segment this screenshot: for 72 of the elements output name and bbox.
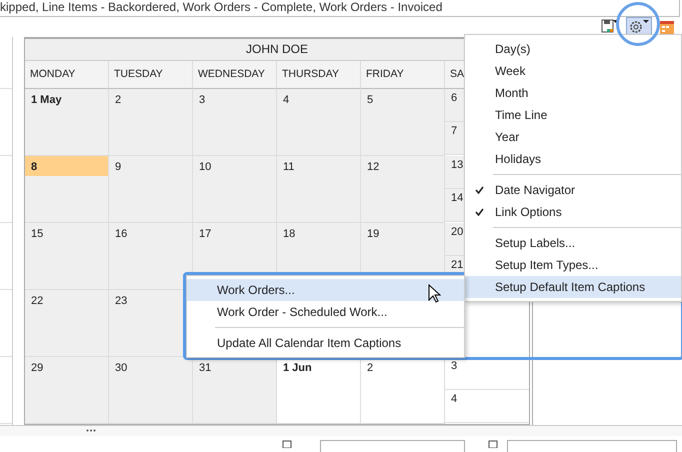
day-number: 4 xyxy=(283,94,290,106)
input-field[interactable] xyxy=(320,440,465,452)
day-number: 31 xyxy=(199,362,212,374)
weekday-header: TUESDAY xyxy=(114,68,163,80)
filter-text[interactable]: kipped, Line Items - Backordered, Work Orders - Complete, Work Orders - Invoiced xyxy=(0,0,680,17)
menu-item[interactable]: Work Orders... xyxy=(187,279,464,301)
day-cell[interactable]: 3 xyxy=(193,88,277,156)
day-cell[interactable]: 29 xyxy=(25,356,109,424)
weekday-header: THURSDAY xyxy=(282,68,339,80)
menu-item[interactable]: Setup Item Types... xyxy=(465,254,681,276)
day-cell[interactable]: 12 xyxy=(361,156,445,223)
day-number: 23 xyxy=(115,294,128,307)
day-number: 22 xyxy=(31,294,44,307)
day-cell[interactable]: 15 xyxy=(25,222,109,290)
day-number: 2 xyxy=(367,362,374,374)
day-number: 4 xyxy=(451,392,458,405)
menu-item[interactable]: Link Options xyxy=(465,201,681,223)
day-number: 12 xyxy=(367,160,380,173)
day-number: 9 xyxy=(115,160,122,173)
check-icon xyxy=(475,186,484,194)
day-number: 2 xyxy=(115,94,122,106)
day-number: 15 xyxy=(31,228,44,240)
day-number: 11 xyxy=(283,160,294,173)
menu-item[interactable]: Time Line xyxy=(465,104,681,126)
day-number: 3 xyxy=(451,360,458,372)
day-number: 8 xyxy=(31,160,38,173)
day-cell[interactable]: 11 xyxy=(277,156,361,223)
day-number: 19 xyxy=(367,228,380,240)
weekday-header: SA xyxy=(450,68,464,80)
day-number: 20 xyxy=(451,226,464,238)
day-cell[interactable]: 30 xyxy=(109,356,193,424)
input-field[interactable] xyxy=(507,440,677,452)
day-cell[interactable]: 5 xyxy=(361,88,445,156)
day-number: 1 May xyxy=(31,94,62,106)
day-number: 29 xyxy=(31,362,44,374)
day-cell[interactable]: 4 xyxy=(277,88,361,156)
day-cell[interactable]: 22 xyxy=(25,290,109,357)
menu-item[interactable]: Holidays xyxy=(465,148,681,170)
day-number: 30 xyxy=(115,362,128,374)
day-cell[interactable]: 10 xyxy=(193,156,277,223)
menu-item[interactable]: Setup Default Item Captions xyxy=(465,276,681,298)
day-number: 10 xyxy=(199,160,212,173)
menu-item[interactable]: Year xyxy=(465,126,681,148)
day-number: 17 xyxy=(199,228,212,240)
weekday-header: MONDAY xyxy=(30,68,76,80)
day-cell[interactable]: 1 May xyxy=(25,88,109,156)
day-number: 1 Jun xyxy=(283,362,312,374)
day-number: 3 xyxy=(199,94,206,106)
save-icon xyxy=(601,18,619,35)
day-cell[interactable]: 9 xyxy=(109,156,193,223)
grip-icon[interactable] xyxy=(86,429,96,432)
day-number: 14 xyxy=(451,192,464,204)
settings-icon xyxy=(628,18,650,35)
weekday-header: FRIDAY xyxy=(366,68,404,80)
day-cell[interactable]: 2 xyxy=(109,88,193,156)
check-icon xyxy=(475,208,484,216)
pointer-icon xyxy=(428,284,441,303)
day-number: 6 xyxy=(451,92,458,104)
day-number: 21 xyxy=(451,258,464,271)
day-cell[interactable]: 16 xyxy=(109,222,193,290)
menu-item[interactable]: Month xyxy=(465,82,681,104)
menu-item[interactable]: Setup Labels... xyxy=(465,232,681,254)
day-number: 13 xyxy=(451,158,464,171)
weekday-header: WEDNESDAY xyxy=(198,68,265,80)
day-number: 5 xyxy=(367,94,374,106)
day-cell[interactable]: 8 xyxy=(25,156,109,223)
menu-item[interactable]: Date Navigator xyxy=(465,179,681,201)
day-number: 16 xyxy=(115,228,128,240)
day-number: 7 xyxy=(451,124,458,137)
highlight-circle xyxy=(616,2,660,46)
day-number: 18 xyxy=(283,228,296,240)
menu-item[interactable]: Week xyxy=(465,60,681,82)
